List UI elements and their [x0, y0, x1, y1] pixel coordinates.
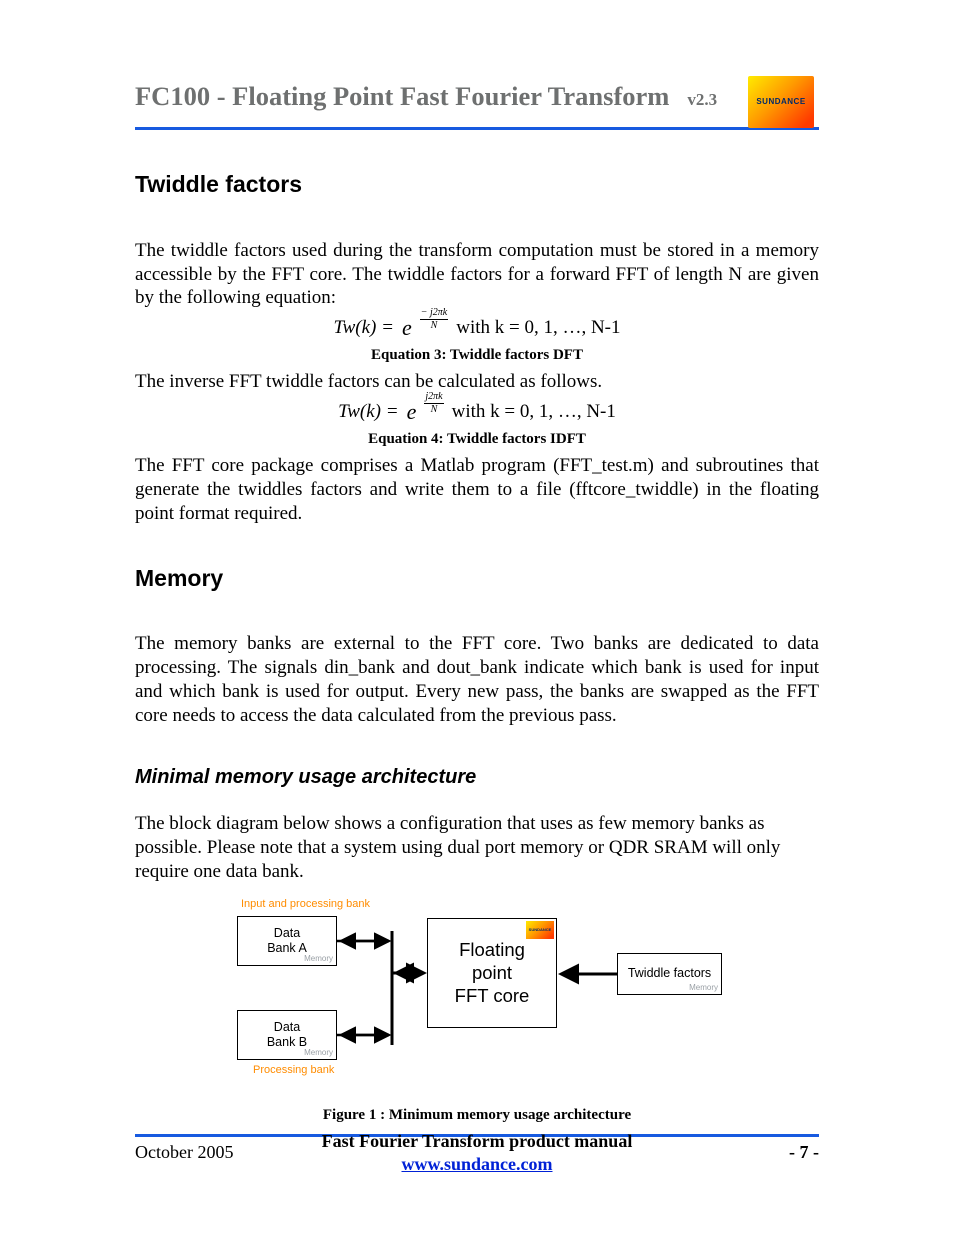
footer-page-number: - 7 - — [789, 1141, 819, 1164]
equation-3: Tw(k) = e − j2πk N with k = 0, 1, …, N-1 — [135, 314, 819, 342]
eq4-e: e — [407, 398, 417, 426]
sundance-logo: SUNDANCE — [748, 76, 814, 128]
footer-rule — [135, 1134, 819, 1137]
subsection-heading-minmem: Minimal memory usage architecture — [135, 765, 819, 790]
fig-arrows — [227, 898, 727, 1098]
eq4-denominator: N — [431, 404, 438, 415]
equation-4-caption: Equation 4: Twiddle factors IDFT — [135, 430, 819, 449]
eq3-exponent: − j2πk N — [420, 308, 448, 331]
eq3-condition: with k = 0, 1, …, N-1 — [456, 316, 620, 340]
eq3-numerator: − j2πk — [420, 308, 448, 320]
figure-1-diagram: Input and processing bank Data Bank A Me… — [227, 898, 727, 1098]
memory-paragraph-1: The memory banks are external to the FFT… — [135, 632, 819, 727]
eq4-numerator: j2πk — [424, 392, 443, 404]
page-footer: October 2005 Fast Fourier Transform prod… — [135, 1141, 819, 1164]
equation-4: Tw(k) = e j2πk N with k = 0, 1, …, N-1 — [135, 398, 819, 426]
doc-title: FC100 - Floating Point Fast Fourier Tran… — [135, 80, 669, 113]
eq4-condition: with k = 0, 1, …, N-1 — [452, 400, 616, 424]
section-heading-memory: Memory — [135, 564, 819, 593]
eq4-exponent: j2πk N — [424, 392, 443, 415]
figure-1-caption: Figure 1 : Minimum memory usage architec… — [135, 1106, 819, 1125]
twiddle-paragraph-3: The FFT core package comprises a Matlab … — [135, 454, 819, 525]
section-heading-twiddle: Twiddle factors — [135, 170, 819, 199]
doc-version: v2.3 — [687, 89, 717, 110]
minmem-paragraph-1: The block diagram below shows a configur… — [135, 812, 819, 883]
footer-date: October 2005 — [135, 1141, 233, 1164]
header-rule — [135, 127, 819, 130]
eq4-lhs: Tw(k) = — [338, 400, 399, 424]
eq3-e: e — [402, 314, 412, 342]
equation-3-caption: Equation 3: Twiddle factors DFT — [135, 346, 819, 365]
eq3-denominator: N — [431, 320, 438, 331]
page-header: FC100 - Floating Point Fast Fourier Tran… — [135, 80, 819, 121]
eq3-lhs: Tw(k) = — [333, 316, 394, 340]
footer-link[interactable]: www.sundance.com — [401, 1154, 552, 1174]
logo-text: SUNDANCE — [756, 97, 805, 107]
twiddle-paragraph-2: The inverse FFT twiddle factors can be c… — [135, 370, 819, 394]
twiddle-paragraph-1: The twiddle factors used during the tran… — [135, 239, 819, 310]
